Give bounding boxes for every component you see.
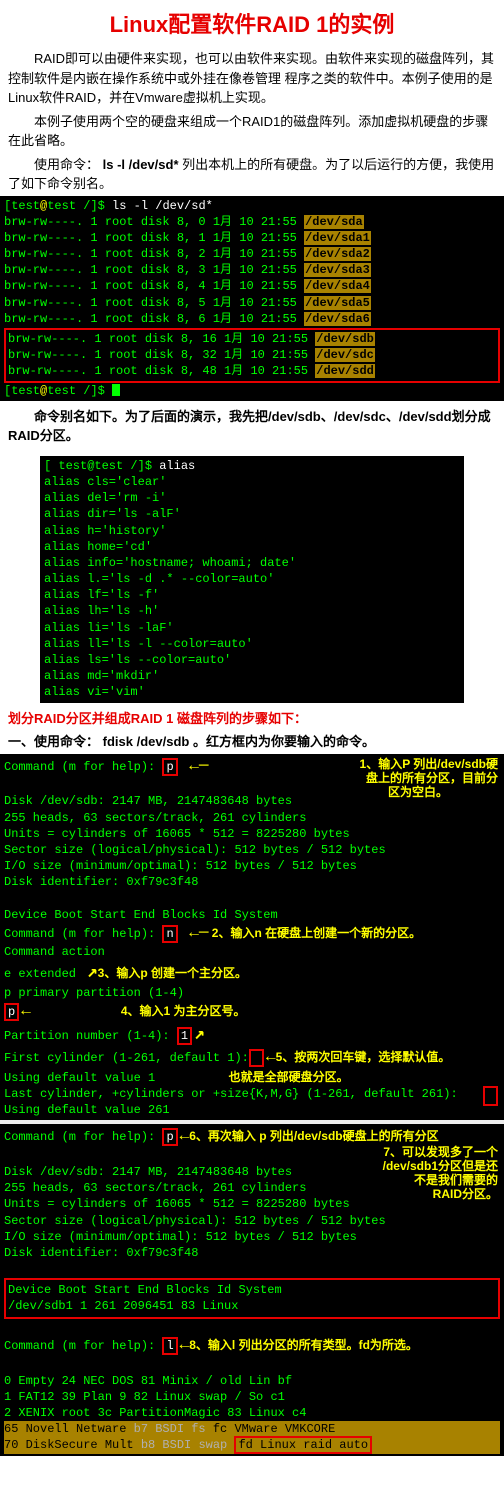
sub1-a: 命令别名如下。为了后面的演示，我先把 [34,409,268,424]
section-header: 划分RAID分区并组成RAID 1 磁盘阵列的步骤如下： [0,707,504,731]
paragraph-2: 本例子使用两个空的硬盘来组成一个RAID1的磁盘阵列。添加虚拟机硬盘的步骤在此省… [0,110,504,153]
step1-a: 一、使用命令： [8,734,99,749]
terminal-fdisk-b: Command (m for help): p←6、再次输入 p 列出/dev/… [0,1124,504,1455]
sub1-f: /dev/sdd [399,409,452,424]
page-title: Linux配置软件RAID 1的实例 [0,0,504,47]
paragraph-3: 使用命令： ls -l /dev/sd* 列出本机上的所有硬盘。为了以后运行的方… [0,153,504,196]
sub1-b: /dev/sdb [268,409,321,424]
sub1-c: 、 [321,409,334,424]
step1: 一、使用命令： fdisk /dev/sdb 。红方框内为你要输入的命令。 [0,730,504,754]
alias-intro: 命令别名如下。为了后面的演示，我先把/dev/sdb、/dev/sdc、/dev… [0,401,504,452]
step1-cmd: fdisk /dev/sdb [103,734,190,749]
step1-b: 。红方框内为你要输入的命令。 [193,734,375,749]
p3-cmd: ls -l /dev/sd* [103,157,179,172]
sub1-e: 、 [386,409,399,424]
sub1-d: /dev/sdc [334,409,386,424]
paragraph-1: RAID即可以由硬件来实现，也可以由软件来实现。由软件来实现的磁盘阵列，其控制软… [0,47,504,110]
p3-a: 使用命令： [34,157,99,172]
terminal-fdisk-a: Command (m for help): p ←─1、输入P 列出/dev/s… [0,754,504,1121]
terminal-alias: [ test@test /]$ aliasalias cls='clear'al… [40,456,464,703]
terminal-ls: [test@test /]$ ls -l /dev/sd*brw-rw----.… [0,196,504,401]
